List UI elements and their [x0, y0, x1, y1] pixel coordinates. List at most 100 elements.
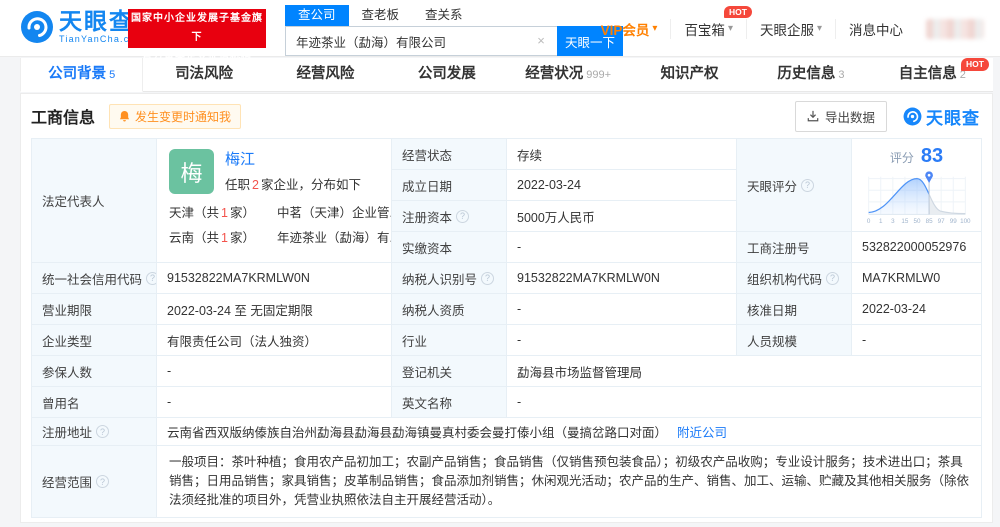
- field-label-insured-count: 参保人数: [32, 356, 157, 387]
- search-area: 查公司 查老板 查关系 × 天眼一下: [285, 5, 623, 56]
- region-item: 天津（共 1 家）: [169, 206, 255, 220]
- menu-enterprise-service[interactable]: 天眼企服 ▾: [745, 18, 835, 39]
- field-label-registered-capital: 注册资本?: [392, 201, 507, 232]
- tianyancha-logo[interactable]: 天眼查 TianYanCha.com: [20, 9, 144, 44]
- chevron-down-icon: ▾: [727, 23, 733, 34]
- search-tab-relation[interactable]: 查关系: [412, 5, 476, 26]
- tab-company-background[interactable]: 公司背景 5: [20, 58, 144, 92]
- svg-text:1: 1: [879, 218, 883, 225]
- svg-text:15: 15: [901, 218, 908, 225]
- value-taxpayer-qualification: -: [507, 294, 737, 325]
- company-item[interactable]: 年迹茶业（勐海）有...: [277, 227, 391, 246]
- field-label-legal-representative: 法定代表人: [32, 139, 157, 263]
- value-insured-count: -: [157, 356, 392, 387]
- field-label-credit-code: 统一社会信用代码?: [32, 263, 157, 294]
- field-label-staff-size: 人员规模: [737, 325, 852, 356]
- chevron-down-icon: ▾: [652, 23, 658, 34]
- menu-treasure-box[interactable]: 百宝箱 ▾ HOT: [670, 5, 752, 39]
- value-registration-authority: 勐海县市场监督管理局: [507, 356, 982, 387]
- clear-search-icon[interactable]: ×: [533, 33, 549, 49]
- chevron-down-icon: ▾: [816, 23, 822, 34]
- svg-text:85: 85: [925, 218, 932, 225]
- value-approval-date: 2022-03-24: [852, 294, 982, 325]
- tianyancha-swirl-icon: [903, 107, 922, 125]
- export-data-button[interactable]: 导出数据: [794, 100, 887, 132]
- value-business-scope: 一般项目：茶叶种植；食用农产品初加工；农副产品销售；食品销售（仅销售预包装食品）…: [157, 446, 982, 518]
- tab-operating-risk[interactable]: 经营风险: [265, 58, 386, 91]
- region-item: 云南（共 1 家）: [169, 231, 255, 245]
- field-label-english-name: 英文名称: [392, 387, 507, 418]
- cert-line2: 官方备案企业征信机构: [142, 51, 252, 62]
- blurred-account-info: [926, 18, 984, 39]
- value-taxpayer-id: 91532822MA7KRMLW0N: [507, 263, 737, 294]
- company-item[interactable]: 中茗（天津）企业管...: [277, 202, 391, 221]
- tab-self-published-info[interactable]: 自主信息 2 HOT: [872, 58, 993, 91]
- field-label-industry: 行业: [392, 325, 507, 356]
- field-label-former-name: 曾用名: [32, 387, 157, 418]
- svg-text:50: 50: [913, 218, 920, 225]
- tenure-distribution: 天津（共 1 家） 中茗（天津）企业管... 云南（共 1 家） 年迹茶业（勐海）有..…: [169, 202, 391, 246]
- tab-intellectual-property[interactable]: 知识产权: [629, 58, 750, 91]
- svg-text:3: 3: [891, 218, 895, 225]
- value-operating-status: 存续: [507, 139, 737, 170]
- help-icon[interactable]: ?: [456, 209, 470, 223]
- value-registration-number: 532822000052976: [852, 232, 982, 263]
- score-prefix: 评分: [889, 150, 914, 165]
- value-paid-in-capital: -: [507, 232, 737, 263]
- search-input[interactable]: [285, 26, 557, 56]
- business-info-table: 法定代表人 梅 梅江 任职 2 家企业，分布如下 天津（共 1 家） 中茗（天津）企业管…: [31, 138, 982, 518]
- search-tabs: 查公司 查老板 查关系: [285, 5, 623, 26]
- nearby-companies-link[interactable]: 附近公司: [677, 422, 727, 441]
- field-label-registered-address: 注册地址?: [32, 418, 157, 446]
- field-label-establish-date: 成立日期: [392, 170, 507, 201]
- value-company-type: 有限责任公司（法人独资）: [157, 325, 392, 356]
- top-header: 天眼查 TianYanCha.com 国家中小企业发展子基金旗下 官方备案企业征…: [0, 0, 1000, 62]
- search-tab-boss[interactable]: 查老板: [349, 5, 413, 26]
- field-label-registration-number: 工商注册号: [737, 232, 852, 263]
- tab-history-info[interactable]: 历史信息 3: [750, 58, 871, 91]
- hot-badge: HOT: [961, 58, 989, 71]
- menu-message-center[interactable]: 消息中心: [835, 18, 916, 39]
- svg-text:0: 0: [866, 218, 870, 225]
- notify-on-change-button[interactable]: 发生变更时通知我: [109, 103, 242, 129]
- value-english-name: -: [507, 387, 982, 418]
- menu-vip[interactable]: VIP会员 ▾: [588, 19, 671, 39]
- tab-company-development[interactable]: 公司发展: [386, 58, 507, 91]
- field-label-business-term: 营业期限: [32, 294, 157, 325]
- certification-badge: 国家中小企业发展子基金旗下 官方备案企业征信机构: [128, 9, 266, 62]
- watermark-logo: 天眼查: [903, 104, 980, 129]
- bell-icon: [119, 110, 130, 122]
- legal-representative-cell: 梅 梅江 任职 2 家企业，分布如下 天津（共 1 家） 中茗（天津）企业管... 云南…: [157, 139, 392, 263]
- help-icon[interactable]: ?: [826, 271, 840, 285]
- value-business-term: 2022-03-24 至 无固定期限: [157, 294, 392, 325]
- business-info-card: 工商信息 发生变更时通知我 导出数据 天眼查 法定代表人 梅 梅江 任职 2 家…: [20, 93, 993, 523]
- help-icon[interactable]: ?: [481, 271, 495, 285]
- avatar[interactable]: 梅: [169, 149, 214, 194]
- field-label-company-type: 企业类型: [32, 325, 157, 356]
- page-title: 工商信息: [31, 110, 96, 127]
- help-icon[interactable]: ?: [96, 425, 110, 438]
- cert-line1: 国家中小企业发展子基金旗下: [131, 13, 263, 43]
- svg-text:100: 100: [960, 218, 971, 225]
- search-tab-company[interactable]: 查公司: [285, 5, 349, 26]
- top-menu: VIP会员 ▾ 百宝箱 ▾ HOT 天眼企服 ▾ 消息中心: [588, 0, 984, 57]
- tianyan-score-cell: 评分 83 0 1 3 15 50 85 97 99 100: [852, 139, 982, 232]
- help-icon[interactable]: ?: [96, 475, 110, 488]
- field-label-org-code: 组织机构代码?: [737, 263, 852, 294]
- legal-rep-name-link[interactable]: 梅江: [225, 151, 361, 169]
- help-icon[interactable]: ?: [146, 271, 156, 285]
- svg-text:97: 97: [937, 218, 944, 225]
- value-establish-date: 2022-03-24: [507, 170, 737, 201]
- value-org-code: MA7KRMLW0: [852, 263, 982, 294]
- value-industry: -: [507, 325, 737, 356]
- field-label-paid-in-capital: 实缴资本: [392, 232, 507, 263]
- score-axis-labels: 0 1 3 15 50 85 97 99 100: [866, 218, 970, 225]
- field-label-business-scope: 经营范围?: [32, 446, 157, 518]
- score-marker-pin-icon: [924, 170, 933, 183]
- help-icon[interactable]: ?: [801, 178, 815, 192]
- score-value: 83: [920, 144, 944, 167]
- download-icon: [807, 110, 819, 122]
- field-label-approval-date: 核准日期: [737, 294, 852, 325]
- field-label-operating-status: 经营状态: [392, 139, 507, 170]
- tab-operating-status[interactable]: 经营状况 999+: [508, 58, 629, 91]
